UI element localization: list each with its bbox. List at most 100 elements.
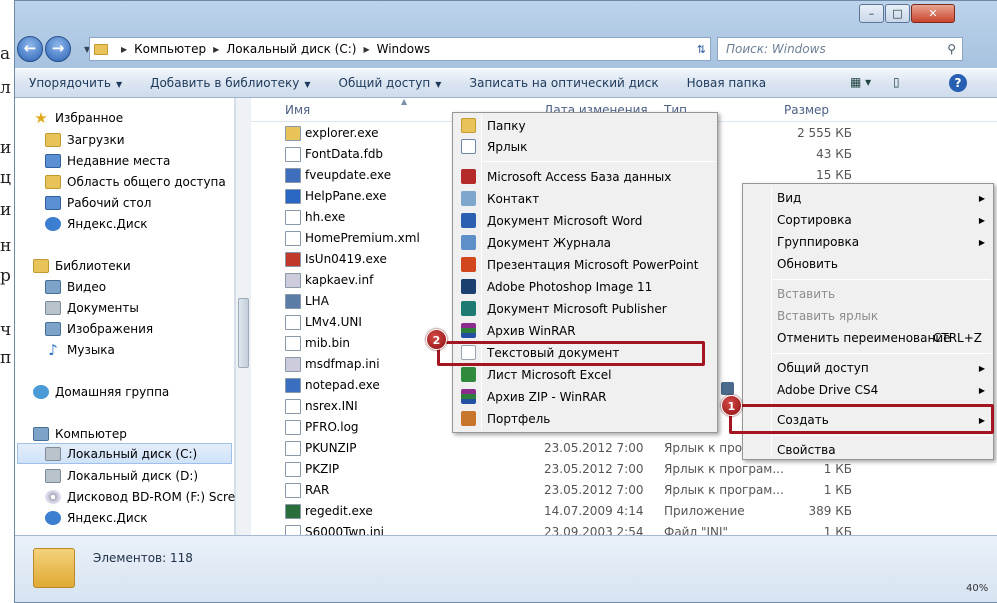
menu-label: Adobe Drive CS4: [777, 383, 879, 397]
nav-favorites[interactable]: ★ Избранное: [33, 107, 123, 128]
menu-item-group[interactable]: Группировка ▶: [745, 231, 991, 253]
close-button[interactable]: ✕: [911, 4, 955, 23]
menu-item-paste[interactable]: Вставить: [745, 283, 991, 305]
menu-label: Сортировка: [777, 213, 852, 227]
dropdown-icon: ▼: [115, 80, 123, 89]
nav-bdrom[interactable]: Дисковод BD-ROM (F:) ScreenC: [45, 486, 258, 507]
new-briefcase-item[interactable]: Портфель: [455, 408, 715, 430]
menu-item-adobe-drive[interactable]: Adobe Drive CS4 ▶: [721, 379, 991, 401]
nav-disk-c[interactable]: Локальный диск (C:): [17, 443, 232, 464]
refresh-icon[interactable]: ⇅: [697, 43, 706, 56]
menu-label: Обновить: [777, 257, 838, 271]
contact-icon: [461, 191, 476, 206]
new-publisher-item[interactable]: Документ Microsoft Publisher: [455, 298, 715, 320]
nav-public[interactable]: Область общего доступа: [45, 171, 226, 192]
column-size[interactable]: Размер: [784, 103, 829, 117]
back-button[interactable]: ←: [17, 36, 43, 62]
menu-item-properties[interactable]: Свойства: [745, 439, 991, 461]
menu-label: Документ Журнала: [487, 236, 612, 250]
bg-char: р: [0, 266, 11, 286]
folder-icon: [94, 43, 108, 55]
table-row[interactable]: PKZIP 23.05.2012 7:00 Ярлык к програм... 1 …: [251, 459, 997, 480]
nav-yandex-disk[interactable]: Яндекс.Диск: [45, 213, 148, 234]
menu-item-undo-rename[interactable]: Отменить переименование CTRL+Z: [745, 327, 991, 349]
table-row[interactable]: RAR 23.05.2012 7:00 Ярлык к програм... 1 КБ: [251, 480, 997, 501]
search-icon[interactable]: ⚲: [947, 38, 956, 60]
file-name: HomePremium.xml: [305, 231, 420, 245]
view-options-icon[interactable]: ▦ ▾: [850, 75, 871, 93]
burn-button[interactable]: Записать на оптический диск: [455, 76, 672, 90]
nav-label: Яндекс.Диск: [67, 216, 148, 231]
nav-label: Изображения: [67, 321, 154, 336]
new-access-item[interactable]: Microsoft Access База данных: [455, 166, 715, 188]
breadcrumb-arrow-icon[interactable]: ▶: [121, 45, 127, 54]
maximize-button[interactable]: □: [885, 4, 910, 23]
nav-video[interactable]: Видео: [45, 276, 106, 297]
table-row[interactable]: regedit.exe 14.07.2009 4:14 Приложение 389 …: [251, 501, 997, 522]
scrollbar-thumb[interactable]: [238, 298, 249, 368]
excel-icon: [461, 367, 476, 382]
bg-char: н: [0, 236, 12, 256]
new-contact-item[interactable]: Контакт: [455, 188, 715, 210]
add-to-library-button[interactable]: Добавить в библиотеку ▼: [136, 76, 324, 90]
breadcrumb-arrow-icon[interactable]: ▶: [363, 45, 369, 54]
menu-item-share[interactable]: Общий доступ ▶: [745, 357, 991, 379]
file-date: 23.05.2012 7:00: [544, 441, 644, 455]
minimize-button[interactable]: –: [859, 4, 884, 23]
menu-item-view[interactable]: Вид ▶: [745, 187, 991, 209]
organize-button[interactable]: Упорядочить ▼: [15, 76, 136, 90]
video-icon: [45, 279, 61, 294]
nav-libraries[interactable]: Библиотеки: [33, 255, 131, 276]
nav-label: Музыка: [67, 342, 115, 357]
breadcrumb-windows[interactable]: Windows: [377, 42, 431, 56]
new-excel-item[interactable]: Лист Microsoft Excel: [455, 364, 715, 386]
file-name: nsrex.INI: [305, 399, 358, 413]
address-bar[interactable]: ▶ Компьютер ▶ Локальный диск (C:) ▶ Wind…: [89, 37, 711, 61]
file-size: 1 КБ: [823, 462, 852, 476]
nav-music[interactable]: ♪ Музыка: [45, 339, 115, 360]
nav-label: Избранное: [55, 110, 124, 125]
forward-button[interactable]: →: [45, 36, 71, 62]
help-icon[interactable]: ?: [949, 74, 967, 92]
nav-documents[interactable]: Документы: [45, 297, 139, 318]
new-zip-item[interactable]: Архив ZIP - WinRAR: [455, 386, 715, 408]
nav-disk-d[interactable]: Локальный диск (D:): [45, 465, 198, 486]
file-name: regedit.exe: [305, 504, 373, 518]
nav-desktop[interactable]: Рабочий стол: [45, 192, 151, 213]
menu-item-paste-shortcut[interactable]: Вставить ярлык: [745, 305, 991, 327]
nav-downloads[interactable]: Загрузки: [45, 129, 125, 150]
new-shortcut-item[interactable]: Ярлык: [455, 136, 715, 158]
breadcrumb-arrow-icon[interactable]: ▶: [213, 45, 219, 54]
file-name: msdfmap.ini: [305, 357, 380, 371]
new-word-item[interactable]: Документ Microsoft Word: [455, 210, 715, 232]
file-icon: [285, 420, 301, 435]
nav-scrollbar[interactable]: [235, 98, 251, 535]
breadcrumb-computer[interactable]: Компьютер: [134, 42, 206, 56]
menu-item-sort[interactable]: Сортировка ▶: [745, 209, 991, 231]
new-folder-item[interactable]: Папку: [455, 115, 715, 137]
menu-item-refresh[interactable]: Обновить: [745, 253, 991, 275]
file-icon: [285, 399, 301, 414]
column-name[interactable]: Имя: [285, 103, 310, 117]
menu-label: Вставить: [777, 287, 836, 301]
new-folder-button[interactable]: Новая папка: [673, 76, 780, 90]
preview-pane-icon[interactable]: ▯: [893, 75, 900, 93]
nav-computer[interactable]: Компьютер: [33, 423, 127, 444]
nav-homegroup[interactable]: Домашняя группа: [33, 381, 169, 402]
share-button[interactable]: Общий доступ ▼: [325, 76, 456, 90]
nav-yandex-disk-2[interactable]: Яндекс.Диск: [45, 507, 148, 528]
search-input[interactable]: Поиск: Windows ⚲: [717, 37, 963, 61]
command-bar: Упорядочить ▼ Добавить в библиотеку ▼ Общи…: [15, 68, 997, 98]
file-date: 23.05.2012 7:00: [544, 462, 644, 476]
new-winrar-item[interactable]: Архив WinRAR: [455, 320, 715, 342]
nav-recent[interactable]: Недавние места: [45, 150, 170, 171]
breadcrumb-disk-c[interactable]: Локальный диск (C:): [226, 42, 356, 56]
new-powerpoint-item[interactable]: Презентация Microsoft PowerPoint: [455, 254, 715, 276]
file-name: RAR: [305, 483, 330, 497]
menu-label: Ярлык: [487, 140, 528, 154]
menu-label: Лист Microsoft Excel: [487, 368, 612, 382]
nav-label: Недавние места: [67, 153, 171, 168]
new-journal-item[interactable]: Документ Журнала: [455, 232, 715, 254]
nav-images[interactable]: Изображения: [45, 318, 153, 339]
new-photoshop-item[interactable]: Adobe Photoshop Image 11: [455, 276, 715, 298]
